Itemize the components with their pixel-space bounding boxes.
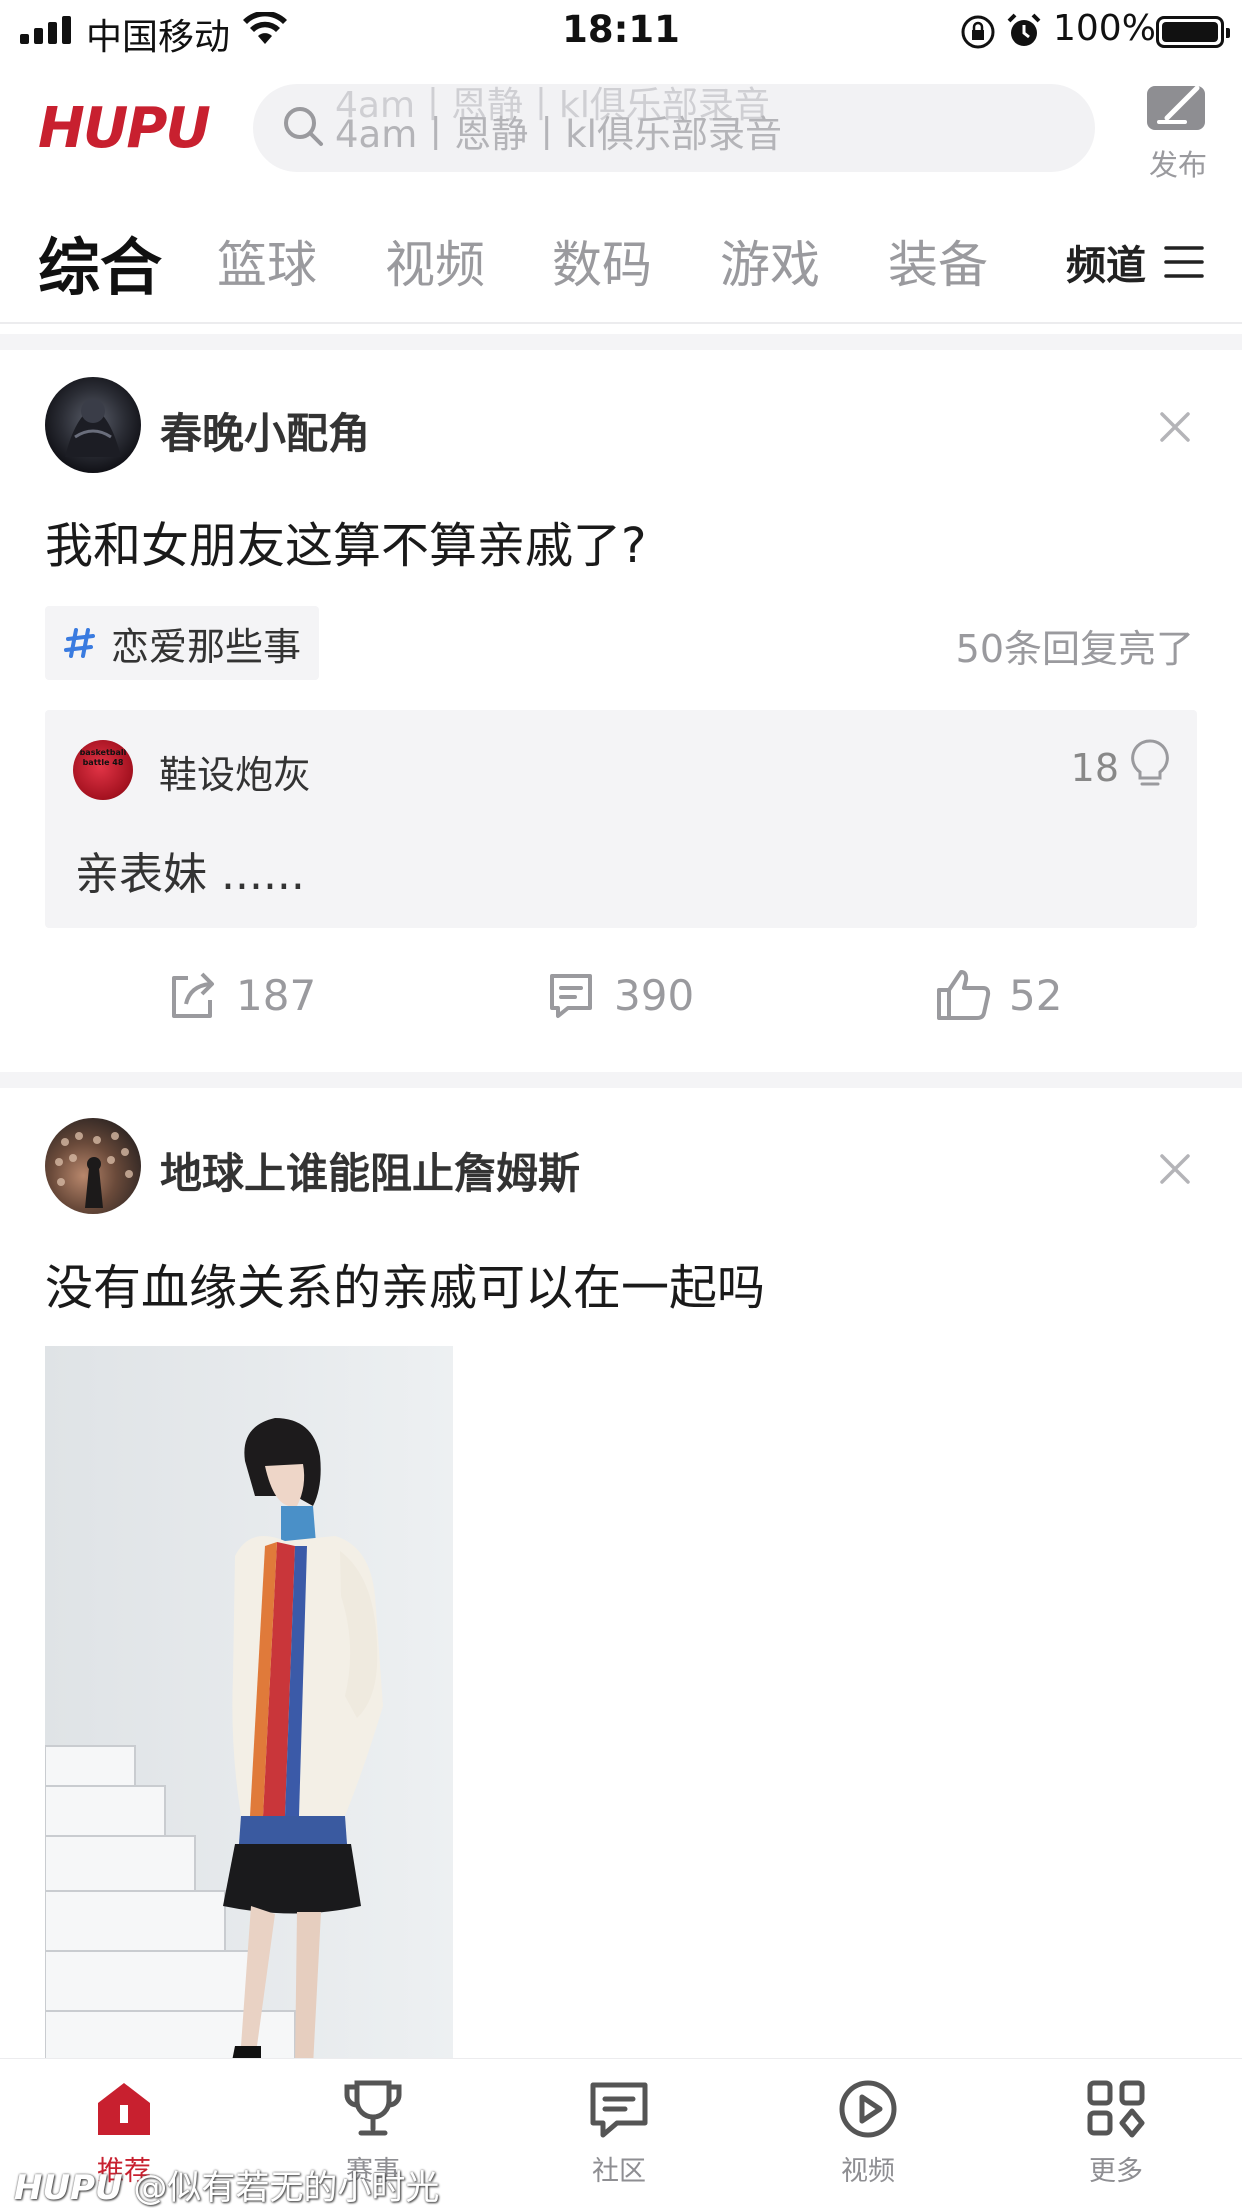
category-tabs: 综合 篮球 视频 数码 游戏 装备 频道 bbox=[0, 215, 1242, 315]
nav-more[interactable]: 更多 bbox=[1036, 2079, 1196, 2188]
hot-reply[interactable]: basketball battle 48 鞋设炮灰 18 亲表妹 ...... bbox=[45, 710, 1197, 928]
nav-video[interactable]: 视频 bbox=[788, 2079, 948, 2188]
nav-label: 社区 bbox=[592, 2156, 646, 2187]
menu-icon bbox=[1164, 246, 1204, 278]
post-actions: 187 390 52 bbox=[0, 968, 1242, 1048]
watermark: HUPU @似有若无的小时光 bbox=[14, 2160, 439, 2208]
tab-digital[interactable]: 数码 bbox=[552, 225, 652, 297]
comment-icon bbox=[550, 974, 592, 1018]
search-icon bbox=[281, 104, 325, 152]
nav-label: 视频 bbox=[841, 2156, 895, 2187]
community-icon bbox=[590, 2082, 648, 2138]
comment-button[interactable]: 390 bbox=[544, 968, 694, 1022]
trophy-icon bbox=[344, 2080, 402, 2136]
reply-text: 亲表妹 ...... bbox=[75, 849, 305, 900]
feed-separator bbox=[0, 334, 1242, 350]
post-title[interactable]: 没有血缘关系的亲戚可以在一起吗 bbox=[45, 1248, 765, 1318]
topic-label: 恋爱那些事 bbox=[111, 624, 302, 669]
share-button[interactable]: 187 bbox=[166, 968, 316, 1022]
watermark-logo: HUPU bbox=[14, 2168, 123, 2208]
search-placeholder: 4am丨恩静丨kl俱乐部录音 bbox=[335, 113, 782, 156]
author-name[interactable]: 地球上谁能阻止詹姆斯 bbox=[160, 1140, 580, 1201]
reply-author[interactable]: 鞋设炮灰 bbox=[159, 744, 311, 799]
close-icon[interactable] bbox=[1158, 1152, 1192, 1190]
topic-tag[interactable]: 恋爱那些事 bbox=[45, 606, 320, 680]
battery-icon bbox=[1156, 16, 1230, 48]
watermark-text: @似有若无的小时光 bbox=[133, 2168, 440, 2208]
alarm-icon bbox=[1005, 12, 1043, 54]
lightbulb-icon[interactable] bbox=[1129, 738, 1171, 794]
video-play-icon bbox=[839, 2080, 897, 2138]
like-count: 52 bbox=[1009, 970, 1063, 1020]
share-icon bbox=[172, 972, 214, 1018]
reply-light-count: 18 bbox=[1070, 746, 1119, 790]
post-title[interactable]: 我和女朋友这算不算亲戚了? bbox=[45, 506, 646, 576]
tab-games[interactable]: 游戏 bbox=[720, 225, 820, 297]
tabs-divider bbox=[0, 322, 1242, 324]
status-bar: 中国移动 18:11 100% bbox=[0, 0, 1242, 62]
lit-replies-count[interactable]: 50条回复亮了 bbox=[956, 618, 1194, 673]
avatar[interactable] bbox=[45, 1118, 141, 1214]
battery-percentage: 100% bbox=[1053, 8, 1156, 49]
tab-zonghe[interactable]: 综合 bbox=[38, 217, 162, 307]
reply-avatar[interactable]: basketball battle 48 bbox=[73, 740, 133, 800]
publish-button[interactable]: 发布 bbox=[1138, 80, 1218, 184]
topic-hash-icon bbox=[64, 628, 95, 658]
tab-video[interactable]: 视频 bbox=[385, 225, 485, 297]
close-icon[interactable] bbox=[1158, 410, 1192, 448]
compose-icon bbox=[1147, 85, 1205, 130]
nav-community[interactable]: 社区 bbox=[539, 2079, 699, 2188]
nav-label: 更多 bbox=[1089, 2156, 1143, 2187]
share-count: 187 bbox=[236, 970, 317, 1020]
like-button[interactable]: 52 bbox=[935, 968, 1062, 1022]
tab-basketball[interactable]: 篮球 bbox=[217, 225, 317, 297]
search-bar[interactable]: 4am丨恩静丨kl俱乐部录音 4am丨恩静丨kl俱乐部录音 bbox=[253, 84, 1095, 172]
channel-label: 频道 bbox=[1066, 243, 1146, 289]
channel-menu-button[interactable]: 频道 bbox=[1066, 233, 1204, 291]
publish-label: 发布 bbox=[1148, 148, 1207, 182]
app-header: HUPU 4am丨恩静丨kl俱乐部录音 4am丨恩静丨kl俱乐部录音 发布 bbox=[0, 62, 1242, 192]
rotation-lock-icon bbox=[960, 14, 996, 54]
avatar[interactable] bbox=[45, 377, 141, 473]
reply-avatar-text: basketball battle 48 bbox=[79, 748, 127, 767]
more-grid-icon bbox=[1087, 2080, 1145, 2138]
author-name[interactable]: 春晚小配角 bbox=[160, 400, 370, 461]
hupu-logo[interactable]: HUPU bbox=[38, 96, 211, 161]
feed-post[interactable]: 地球上谁能阻止詹姆斯 没有血缘关系的亲戚可以在一起吗 bbox=[0, 1088, 1242, 2066]
home-icon bbox=[98, 2083, 150, 2135]
post-image[interactable] bbox=[45, 1346, 453, 2066]
tab-gear[interactable]: 装备 bbox=[888, 225, 988, 297]
comment-count: 390 bbox=[614, 970, 695, 1020]
feed-separator bbox=[0, 1072, 1242, 1088]
thumbs-up-icon bbox=[937, 970, 991, 1020]
feed-post[interactable]: 春晚小配角 我和女朋友这算不算亲戚了? 恋爱那些事 50条回复亮了 basket… bbox=[0, 350, 1242, 1072]
